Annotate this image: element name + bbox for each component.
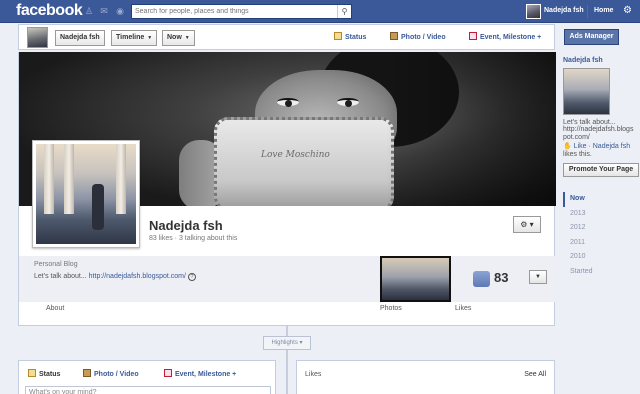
year-navigation: Now 2013 2012 2011 2010 Started [563, 192, 625, 280]
year-item-2012[interactable]: 2012 [563, 221, 625, 236]
status-icon [28, 369, 36, 377]
top-bar: facebook ♙ ✉ ◉ ⚲ Nadejda fsh Home ⚙ [0, 0, 640, 23]
cover-wallet [214, 117, 394, 206]
divider [587, 5, 588, 18]
column [64, 144, 74, 214]
cover-eye [277, 98, 299, 107]
column [116, 144, 126, 214]
likes-tab-box[interactable]: 83 [457, 256, 525, 302]
page-thumbnail[interactable] [27, 27, 48, 48]
chevron-down-icon: ▼ [184, 35, 190, 41]
status-icon [334, 32, 342, 40]
page-likes-meta: 83 likes · 3 talking about this [149, 235, 238, 242]
highlights-dropdown[interactable]: Highlights ▾ [263, 336, 311, 350]
timeline-main: Love Moschino Nadejda fsh 83 likes · 3 t… [18, 52, 556, 326]
sidebar-likes-this: likes this. [563, 151, 592, 158]
gear-icon[interactable]: ⚙ [623, 5, 632, 16]
photos-thumbnail-image [382, 258, 449, 300]
sidebar-like-name: · Nadejda fsh [588, 143, 631, 150]
photos-tab-thumbnail[interactable] [380, 256, 451, 302]
tab-likes[interactable]: Likes [455, 305, 471, 312]
timeline-sticky-header: Nadejda fsh Timeline ▼ Now ▼ Status Photo … [18, 24, 555, 50]
year-item-2013[interactable]: 2013 [563, 207, 625, 222]
page-title[interactable]: Nadejda fsh [149, 218, 223, 233]
year-item-2011[interactable]: 2011 [563, 236, 625, 251]
chevron-down-icon: ▼ [535, 274, 541, 280]
avatar[interactable] [526, 4, 541, 19]
sidebar-page-name[interactable]: Nadejda fsh [563, 57, 603, 64]
composer-status-tab[interactable]: Status [334, 32, 366, 41]
sidebar-desc-line: pot.com/ [563, 134, 590, 141]
likes-panel: Likes See All [296, 360, 555, 394]
gear-icon: ⚙ ▾ [520, 220, 534, 229]
composer-event-tab[interactable]: Event, Milestone + [469, 32, 541, 41]
thumbs-up-icon [473, 271, 490, 287]
cover-shade [386, 52, 556, 206]
year-item-2010[interactable]: 2010 [563, 250, 625, 265]
composer-event-tab[interactable]: Event, Milestone + [164, 369, 236, 378]
search-icon[interactable]: ⚲ [337, 5, 351, 18]
timeline-dropdown[interactable]: Timeline ▼ [111, 30, 158, 46]
notifications-icon[interactable]: ◉ [115, 6, 125, 16]
column [44, 144, 54, 214]
page-name-button[interactable]: Nadejda fsh [55, 30, 105, 46]
about-link[interactable]: http://nadejdafsh.blogspot.com/ [89, 273, 186, 280]
about-text: Let's talk about... http://nadejdafsh.bl… [34, 273, 196, 281]
sidebar-like-line: ✋ Like · Nadejda fsh [563, 142, 630, 150]
composer-box: Status Photo / Video Event, Milestone + … [18, 360, 276, 394]
calendar-icon [164, 369, 172, 377]
cover-wallet-text: Love Moschino [261, 150, 330, 160]
search-input[interactable] [132, 5, 332, 18]
page-settings-button[interactable]: ⚙ ▾ [513, 216, 541, 233]
year-item-now[interactable]: Now [563, 192, 625, 207]
now-dropdown[interactable]: Now ▼ [162, 30, 195, 46]
chevron-down-icon: ▼ [147, 35, 153, 41]
photo-icon [83, 369, 91, 377]
messages-icon[interactable]: ✉ [99, 6, 109, 16]
promote-page-button[interactable]: Promote Your Page [563, 163, 639, 177]
more-tabs-button[interactable]: ▼ [529, 270, 547, 284]
likes-panel-title: Likes [305, 371, 322, 378]
composer-status-tab[interactable]: Status [28, 369, 60, 378]
about-prefix: Let's talk about... [34, 273, 89, 280]
calendar-icon [469, 32, 477, 40]
profile-picture[interactable] [32, 140, 140, 248]
facebook-logo[interactable]: facebook [16, 2, 83, 20]
help-icon[interactable]: ? [187, 273, 196, 281]
sidebar-page-thumbnail[interactable] [563, 68, 610, 115]
year-item-started[interactable]: Started [563, 265, 625, 280]
thumbs-up-icon: ✋ [563, 143, 572, 150]
see-all-link[interactable]: See All [524, 371, 546, 378]
search-box: ⚲ [131, 4, 352, 19]
user-name-link[interactable]: Nadejda fsh [544, 7, 584, 14]
person-figure [92, 184, 104, 230]
cover-eye [337, 98, 359, 107]
tab-about[interactable]: About [46, 305, 64, 312]
photo-icon [390, 32, 398, 40]
status-input[interactable]: What's on your mind? [25, 386, 271, 394]
likes-count: 83 [494, 270, 509, 285]
tab-photos[interactable]: Photos [380, 305, 402, 312]
ads-manager-button[interactable]: Ads Manager [564, 29, 619, 45]
friend-requests-icon[interactable]: ♙ [84, 6, 94, 16]
page-category: Personal Blog [34, 261, 78, 268]
composer-photo-tab[interactable]: Photo / Video [83, 369, 139, 378]
composer-photo-tab[interactable]: Photo / Video [390, 32, 446, 41]
sidebar-like-link[interactable]: Like [574, 143, 587, 150]
home-link[interactable]: Home [594, 7, 613, 14]
profile-picture-image [36, 144, 136, 244]
